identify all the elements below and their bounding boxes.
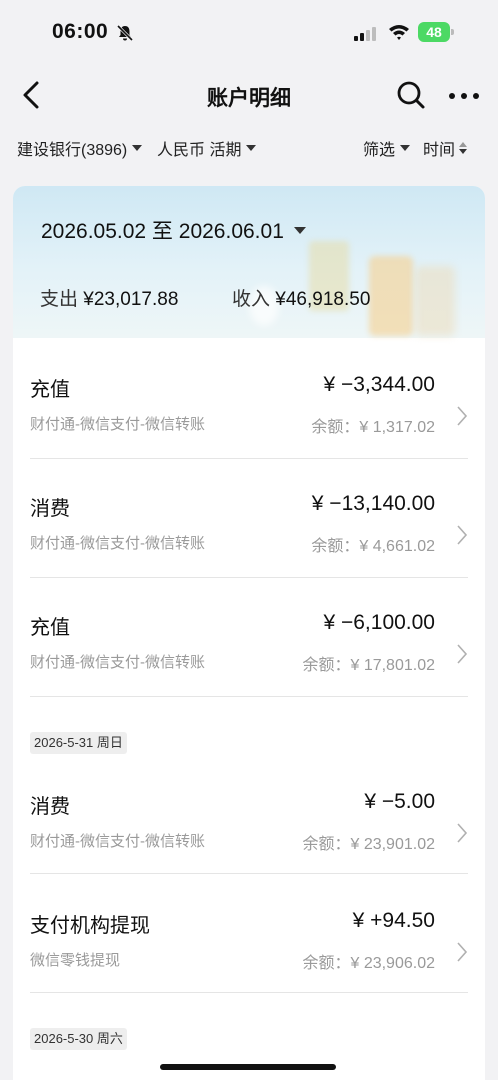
chevron-right-icon [457, 942, 468, 962]
time-sort-button[interactable]: 时间 [423, 136, 468, 160]
filter-label: 筛选 [363, 142, 396, 159]
search-icon[interactable] [396, 80, 426, 110]
divider [30, 992, 468, 993]
expense-summary: 支出 ¥23,017.88 [40, 284, 178, 311]
wifi-icon [389, 25, 409, 40]
transaction-row[interactable]: 消费 ¥ −5.00 财付通-微信支付-微信转账 余额：¥ 23,901.02 [13, 756, 485, 875]
transaction-channel: 财付通-微信支付-微信转账 [30, 654, 205, 671]
transaction-title: 充值 [30, 379, 70, 401]
chevron-down-icon [246, 145, 257, 151]
transaction-balance: 余额：¥ 4,661.02 [311, 538, 435, 555]
transaction-title: 充值 [30, 617, 70, 639]
nav-bar: 账户明细 [0, 66, 498, 126]
transaction-row[interactable]: 支付机构提现 ¥ +94.50 微信零钱提现 余额：¥ 23,906.02 [13, 875, 485, 994]
cell-signal-icon [354, 27, 376, 41]
date-group-label: 2026-5-30 周六 [30, 1028, 127, 1050]
chevron-down-icon [400, 145, 411, 151]
chevron-down-icon [293, 226, 306, 234]
transaction-amount: ¥ −13,140.00 [311, 492, 435, 515]
chevron-right-icon [457, 823, 468, 843]
transaction-balance: 余额：¥ 1,317.02 [311, 419, 435, 436]
battery-icon: 48 [418, 22, 454, 42]
transaction-title: 消费 [30, 796, 70, 818]
date-range-selector[interactable]: 2026.05.02 至 2026.06.01 [41, 215, 306, 245]
chevron-right-icon [457, 644, 468, 664]
account-label: 建设银行(3896) [17, 142, 128, 159]
transaction-amount: ¥ −3,344.00 [323, 373, 435, 396]
transaction-channel: 微信零钱提现 [30, 952, 121, 969]
filter-bar: 建设银行(3896) 人民币 活期 筛选 时间 [0, 128, 498, 164]
income-label: 收入 [232, 289, 271, 310]
expense-value: ¥23,017.88 [83, 289, 179, 310]
transaction-balance: 余额：¥ 23,906.02 [302, 955, 435, 972]
transaction-channel: 财付通-微信支付-微信转账 [30, 833, 205, 850]
income-summary: 收入 ¥46,918.50 [232, 284, 370, 311]
divider [30, 696, 468, 697]
bell-slash-icon [116, 24, 134, 42]
date-range-label: 2026.05.02 至 2026.06.01 [41, 220, 284, 243]
transaction-balance: 余额：¥ 23,901.02 [302, 836, 435, 853]
home-indicator [160, 1064, 336, 1070]
transaction-amount: ¥ +94.50 [352, 909, 435, 932]
transaction-title: 消费 [30, 498, 70, 520]
expense-label: 支出 [40, 289, 79, 310]
transaction-row[interactable]: 消费 ¥ −13,140.00 财付通-微信支付-微信转账 余额：¥ 4,661… [13, 458, 485, 577]
transaction-balance: 余额：¥ 17,801.02 [302, 657, 435, 674]
transaction-amount: ¥ −5.00 [364, 790, 435, 813]
account-selector[interactable]: 建设银行(3896) [17, 136, 143, 160]
transaction-row[interactable]: 充值 ¥ −6,100.00 财付通-微信支付-微信转账 余额：¥ 17,801… [13, 577, 485, 696]
transaction-channel: 财付通-微信支付-微信转账 [30, 535, 205, 552]
currency-selector[interactable]: 人民币 活期 [157, 136, 257, 160]
chevron-right-icon [457, 406, 468, 426]
transaction-row[interactable]: 充值 ¥ −3,344.00 财付通-微信支付-微信转账 余额：¥ 1,317.… [13, 339, 485, 458]
date-group-label: 2026-5-31 周日 [30, 732, 127, 754]
transaction-channel: 财付通-微信支付-微信转账 [30, 416, 205, 433]
transaction-amount: ¥ −6,100.00 [323, 611, 435, 634]
currency-label: 人民币 活期 [157, 142, 242, 159]
filter-button[interactable]: 筛选 [363, 136, 411, 160]
time-sort-label: 时间 [423, 142, 456, 159]
chevron-right-icon [457, 525, 468, 545]
chevron-down-icon [132, 145, 143, 151]
divider [30, 873, 468, 874]
transaction-title: 支付机构提现 [30, 915, 150, 937]
income-value: ¥46,918.50 [275, 289, 371, 310]
status-bar: 06:00 48 [0, 0, 498, 66]
more-icon[interactable] [448, 86, 480, 106]
status-time: 06:00 [52, 20, 109, 43]
period-summary: 2026.05.02 至 2026.06.01 支出 ¥23,017.88 收入… [13, 186, 485, 338]
transactions-card: 2026.05.02 至 2026.06.01 支出 ¥23,017.88 收入… [13, 186, 485, 1080]
battery-level: 48 [418, 22, 450, 42]
sort-icon [459, 142, 468, 154]
